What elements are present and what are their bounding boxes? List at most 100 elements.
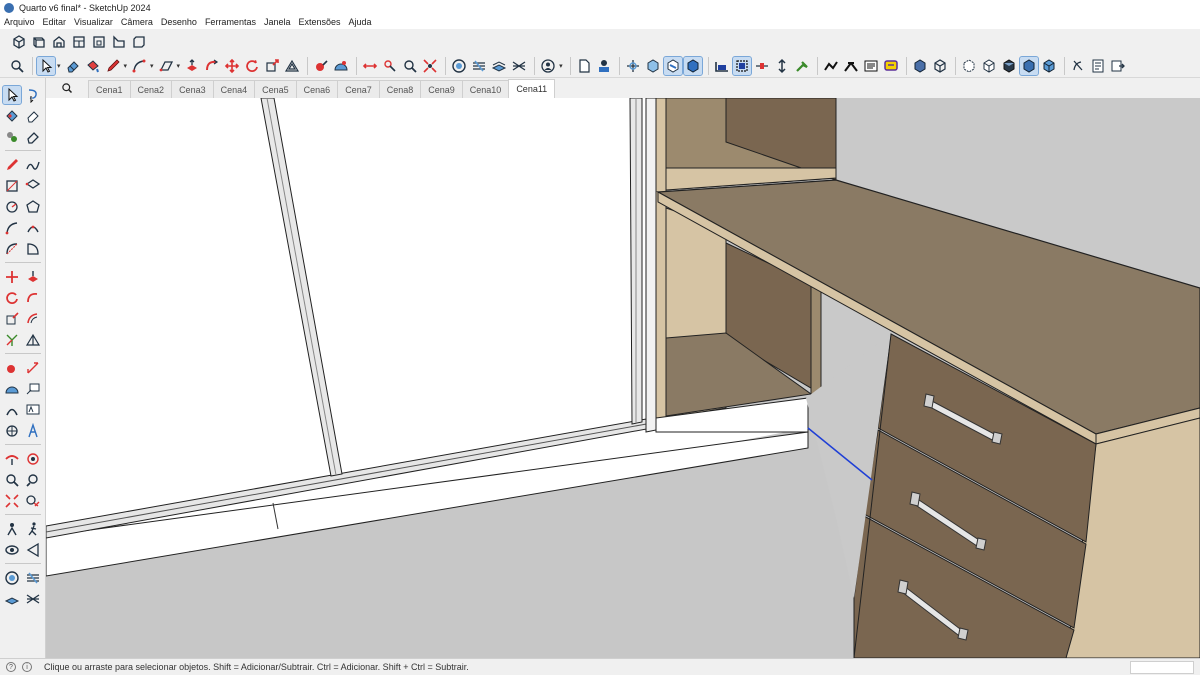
three-point-arc-icon[interactable] xyxy=(3,240,21,258)
section-plane-tool-icon[interactable] xyxy=(24,541,42,559)
right-view-icon[interactable] xyxy=(70,33,88,51)
solid-tool-icon[interactable] xyxy=(24,331,42,349)
rotate-tool-icon[interactable] xyxy=(3,289,21,307)
menu-ferramentas[interactable]: Ferramentas xyxy=(205,17,256,27)
monochrome-icon[interactable] xyxy=(753,57,771,75)
circle-tool-icon[interactable] xyxy=(3,198,21,216)
textured-icon[interactable] xyxy=(731,55,752,76)
zoom-tool-icon[interactable] xyxy=(3,471,21,489)
axes-tool-icon[interactable] xyxy=(3,401,21,419)
arc-tool-icon[interactable] xyxy=(3,219,21,237)
two-point-arc-icon[interactable] xyxy=(24,219,42,237)
style-textured-icon[interactable] xyxy=(1040,57,1058,75)
zoom-icon[interactable] xyxy=(8,57,26,75)
look-around-icon[interactable] xyxy=(3,541,21,559)
style-hidden-icon[interactable] xyxy=(960,57,978,75)
dimension-icon[interactable] xyxy=(361,57,379,75)
dimension-tool-icon[interactable] xyxy=(24,359,42,377)
tab-cena1[interactable]: Cena1 xyxy=(88,80,131,98)
text-a-tool-icon[interactable] xyxy=(24,422,42,440)
style-dark-icon[interactable] xyxy=(1000,57,1018,75)
walk-tool-icon[interactable] xyxy=(24,520,42,538)
move-tool-icon[interactable] xyxy=(3,268,21,286)
tab-cena2[interactable]: Cena2 xyxy=(129,80,173,98)
tape-icon[interactable] xyxy=(312,57,330,75)
style-shaded-icon[interactable] xyxy=(1018,55,1039,76)
layout-icon[interactable] xyxy=(773,57,791,75)
polygon-tool-icon[interactable] xyxy=(24,198,42,216)
menu-camera[interactable]: Câmera xyxy=(121,17,153,27)
eraser-tool-icon[interactable] xyxy=(24,107,42,125)
menu-janela[interactable]: Janela xyxy=(264,17,291,27)
tab-cena11[interactable]: Cena11 xyxy=(508,79,556,98)
rectangle-tool-icon[interactable] xyxy=(3,177,21,195)
menu-desenho[interactable]: Desenho xyxy=(161,17,197,27)
zoom-window-tool-icon[interactable] xyxy=(24,471,42,489)
select-icon[interactable] xyxy=(36,55,56,76)
tab-cena5[interactable]: Cena5 xyxy=(254,80,297,98)
tag-icon[interactable] xyxy=(842,57,860,75)
tag-tool-icon[interactable] xyxy=(3,128,21,146)
text-icon[interactable] xyxy=(381,57,399,75)
chevron-down-icon[interactable]: ▾ xyxy=(150,62,154,70)
dynamic-icon[interactable] xyxy=(793,57,811,75)
model-tool-icon[interactable] xyxy=(24,590,42,608)
pencil-icon[interactable] xyxy=(104,57,122,75)
chat-icon[interactable] xyxy=(882,57,900,75)
top-view-icon[interactable] xyxy=(30,33,48,51)
iso-view-icon[interactable] xyxy=(10,33,28,51)
style-iso-icon[interactable] xyxy=(911,57,929,75)
back-view-icon[interactable] xyxy=(90,33,108,51)
chevron-down-icon[interactable]: ▾ xyxy=(57,62,61,70)
geolocation-icon[interactable]: ? xyxy=(6,662,16,672)
back-edges-icon[interactable] xyxy=(644,57,662,75)
scale-tool-icon[interactable] xyxy=(3,310,21,328)
tab-cena7[interactable]: Cena7 xyxy=(337,80,380,98)
generate-report-icon[interactable] xyxy=(1069,57,1087,75)
warehouse-tool-icon[interactable] xyxy=(24,569,42,587)
sandbox-tool-icon[interactable] xyxy=(3,569,21,587)
style-white-icon[interactable] xyxy=(980,57,998,75)
tab-cena6[interactable]: Cena6 xyxy=(295,80,339,98)
tab-cena8[interactable]: Cena8 xyxy=(378,80,422,98)
tab-cena10[interactable]: Cena10 xyxy=(461,80,510,98)
follow-me-icon[interactable] xyxy=(203,57,221,75)
follow-me-tool-icon[interactable] xyxy=(24,289,42,307)
section-display-icon[interactable] xyxy=(595,57,613,75)
menu-extensoes[interactable]: Extensões xyxy=(299,17,341,27)
pie-tool-icon[interactable] xyxy=(24,240,42,258)
offset-icon[interactable] xyxy=(283,57,301,75)
chevron-down-icon[interactable]: ▾ xyxy=(124,62,128,70)
paint-tool-icon[interactable] xyxy=(3,107,21,125)
line-tool-icon[interactable] xyxy=(3,156,21,174)
move-icon[interactable] xyxy=(223,57,241,75)
3d-text-tool-icon[interactable] xyxy=(24,401,42,419)
tab-cena4[interactable]: Cena4 xyxy=(212,80,256,98)
report-export-icon[interactable] xyxy=(1109,57,1127,75)
sandbox-icon[interactable] xyxy=(450,57,468,75)
tab-cena9[interactable]: Cena9 xyxy=(420,80,463,98)
solid-tools-icon[interactable] xyxy=(822,57,840,75)
offset-tool-icon[interactable] xyxy=(24,310,42,328)
outliner-icon[interactable] xyxy=(862,57,880,75)
info-icon[interactable]: i xyxy=(22,662,32,672)
lasso-tool-icon[interactable] xyxy=(24,86,42,104)
zoom-extents-icon[interactable] xyxy=(421,57,439,75)
scale-icon[interactable] xyxy=(263,57,281,75)
extension-tool-icon[interactable] xyxy=(3,590,21,608)
flip-tool-icon[interactable] xyxy=(3,331,21,349)
style-outline-icon[interactable] xyxy=(931,57,949,75)
wireframe-icon[interactable] xyxy=(662,55,683,76)
menu-editar[interactable]: Editar xyxy=(43,17,67,27)
arc-icon[interactable] xyxy=(130,57,148,75)
hidden-line-icon[interactable] xyxy=(682,55,703,76)
warehouse-icon[interactable] xyxy=(470,57,488,75)
pan-tool-icon[interactable] xyxy=(24,450,42,468)
model-info-icon[interactable] xyxy=(510,57,528,75)
scene-search-icon[interactable] xyxy=(46,78,88,98)
zoom-extents-tool-icon[interactable] xyxy=(3,492,21,510)
eraser-icon[interactable] xyxy=(64,57,82,75)
orbit-tool-icon[interactable] xyxy=(3,450,21,468)
select-tool-icon[interactable] xyxy=(2,84,22,105)
eraser-soft-icon[interactable] xyxy=(24,128,42,146)
